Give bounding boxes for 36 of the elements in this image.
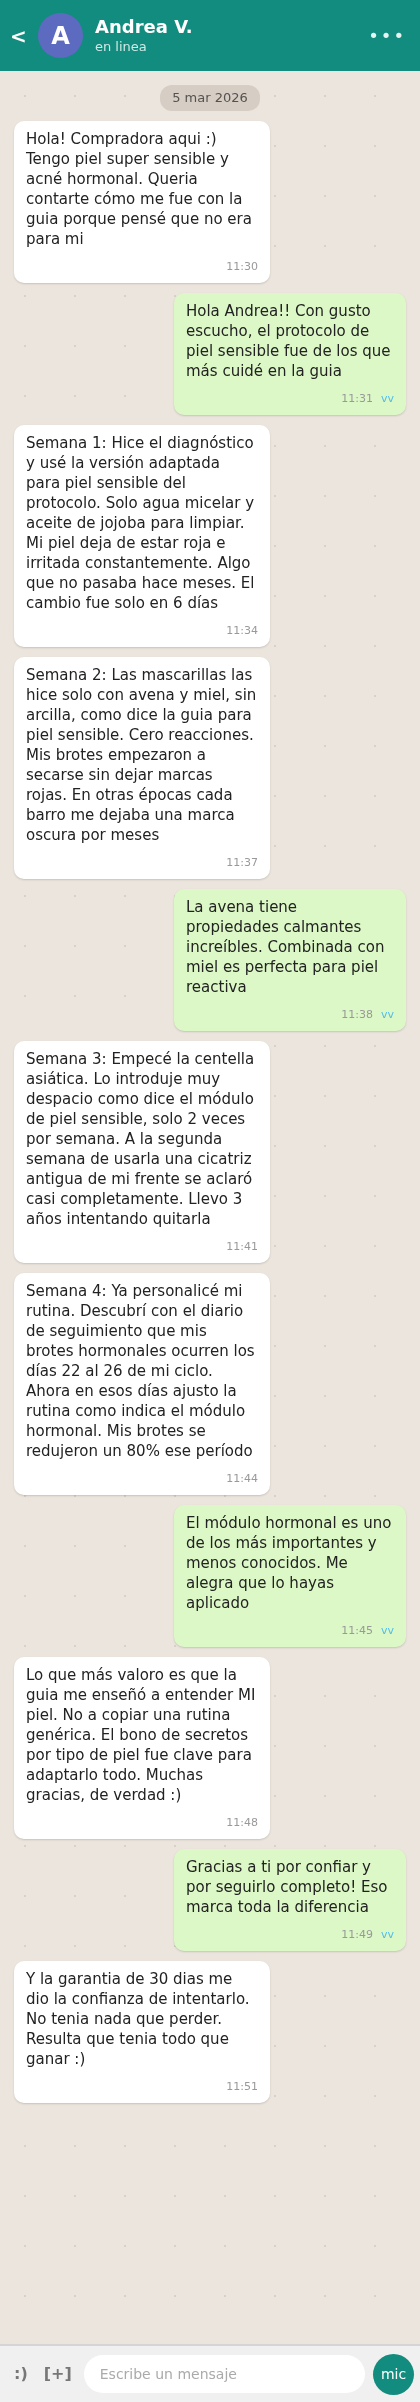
message-time: 11:30 (226, 258, 258, 275)
read-receipt: vv (380, 390, 394, 407)
message-text: El módulo hormonal es uno de los más importantes y menos conocidos. Me alegra que lo hayas aplicado (186, 1512, 393, 1613)
message-text: Semana 1: Hice el diagnóstico y usé la versión adaptada para piel sensible del protocolo. Solo agua micelar y aceite de jojoba para limpiar. Mi piel deja de estar roja e irritada constantemente. Algo que no pasaba hace meses. El cambio fue solo en 6 días (26, 432, 256, 613)
message-time: 11:45 (341, 1622, 373, 1639)
message-text: Gracias a ti por confiar y por seguirlo completo! Eso marca toda la diferencia (186, 1856, 389, 1917)
attach-button[interactable]: [+] (39, 2362, 76, 2386)
avatar: A (38, 13, 83, 58)
message-time: 11:44 (226, 1470, 258, 1487)
message-time: 11:51 (226, 2078, 258, 2095)
emoji-button[interactable]: :) (10, 2362, 32, 2386)
message-text: Hola Andrea!! Con gusto escucho, el protocolo de piel sensible fue de los que más cuidé en la guia (186, 300, 392, 381)
read-receipt: vv (380, 1926, 394, 1943)
message-time: 11:41 (226, 1238, 258, 1255)
message-text: Y la garantia de 30 dias me dio la confianza de intentarlo. No tenia nada que perder. Resulta que tenia todo que ganar :) (26, 1968, 251, 2069)
date-chip: 5 mar 2026 (160, 85, 260, 111)
message-text: La avena tiene propiedades calmantes increíbles. Combinada con miel es perfecta para piel reactiva (186, 896, 386, 997)
read-receipt: vv (380, 1006, 394, 1023)
message-time: 11:37 (226, 854, 258, 871)
message-text: Lo que más valoro es que la guia me enseñó a entender MI piel. No a copiar una rutina genérica. El bono de secretos por tipo de piel fue clave para adaptarlo todo. Muchas gracias, de verdad :) (26, 1664, 257, 1805)
message-time: 11:49 (341, 1926, 373, 1943)
message-time: 11:31 (341, 390, 373, 407)
message-field[interactable]: Escribe un mensaje (83, 2355, 365, 2393)
message-text: Semana 4: Ya personalicé mi rutina. Descubrí con el diario de seguimiento que mis brotes hormonales ocurren los días 22 al 26 de mi ciclo. Ahora en esos días ajusto la rutina como indica el módulo hormonal. Mis brotes se redujeron un 80% ese período (26, 1280, 256, 1461)
menu-button[interactable]: ••• (368, 22, 406, 49)
contact-status: en linea (95, 37, 148, 56)
back-button[interactable]: < (10, 20, 30, 51)
mic-button[interactable]: mic (373, 2353, 414, 2395)
message-text: Hola! Compradora aqui :) Tengo piel super sensible y acné hormonal. Queria contarte cómo me fue con la guia porque pensé que no era para mi (26, 128, 253, 249)
message-text: Semana 3: Empecé la centella asiática. Lo introduje muy despacio como dice el módulo de piel sensible, solo 2 veces por semana. A la segunda semana de usarla una cicatriz antigua de mi frente se aclaró casi completamente. Llevo 3 años intentando quitarla (26, 1048, 256, 1229)
read-receipt: vv (380, 1622, 394, 1639)
contact-name: Andrea V. (95, 15, 193, 38)
message-text: Semana 2: Las mascarillas las hice solo con avena y miel, sin arcilla, como dice la guia para piel sensible. Cero reacciones. Mis brotes empezaron a secarse sin dejar marcas rojas. En otras épocas cada barro me dejaba una marca oscura por meses (26, 664, 258, 845)
message-time: 11:34 (226, 622, 258, 639)
message-time: 11:48 (226, 1814, 258, 1831)
message-time: 11:38 (341, 1006, 373, 1023)
